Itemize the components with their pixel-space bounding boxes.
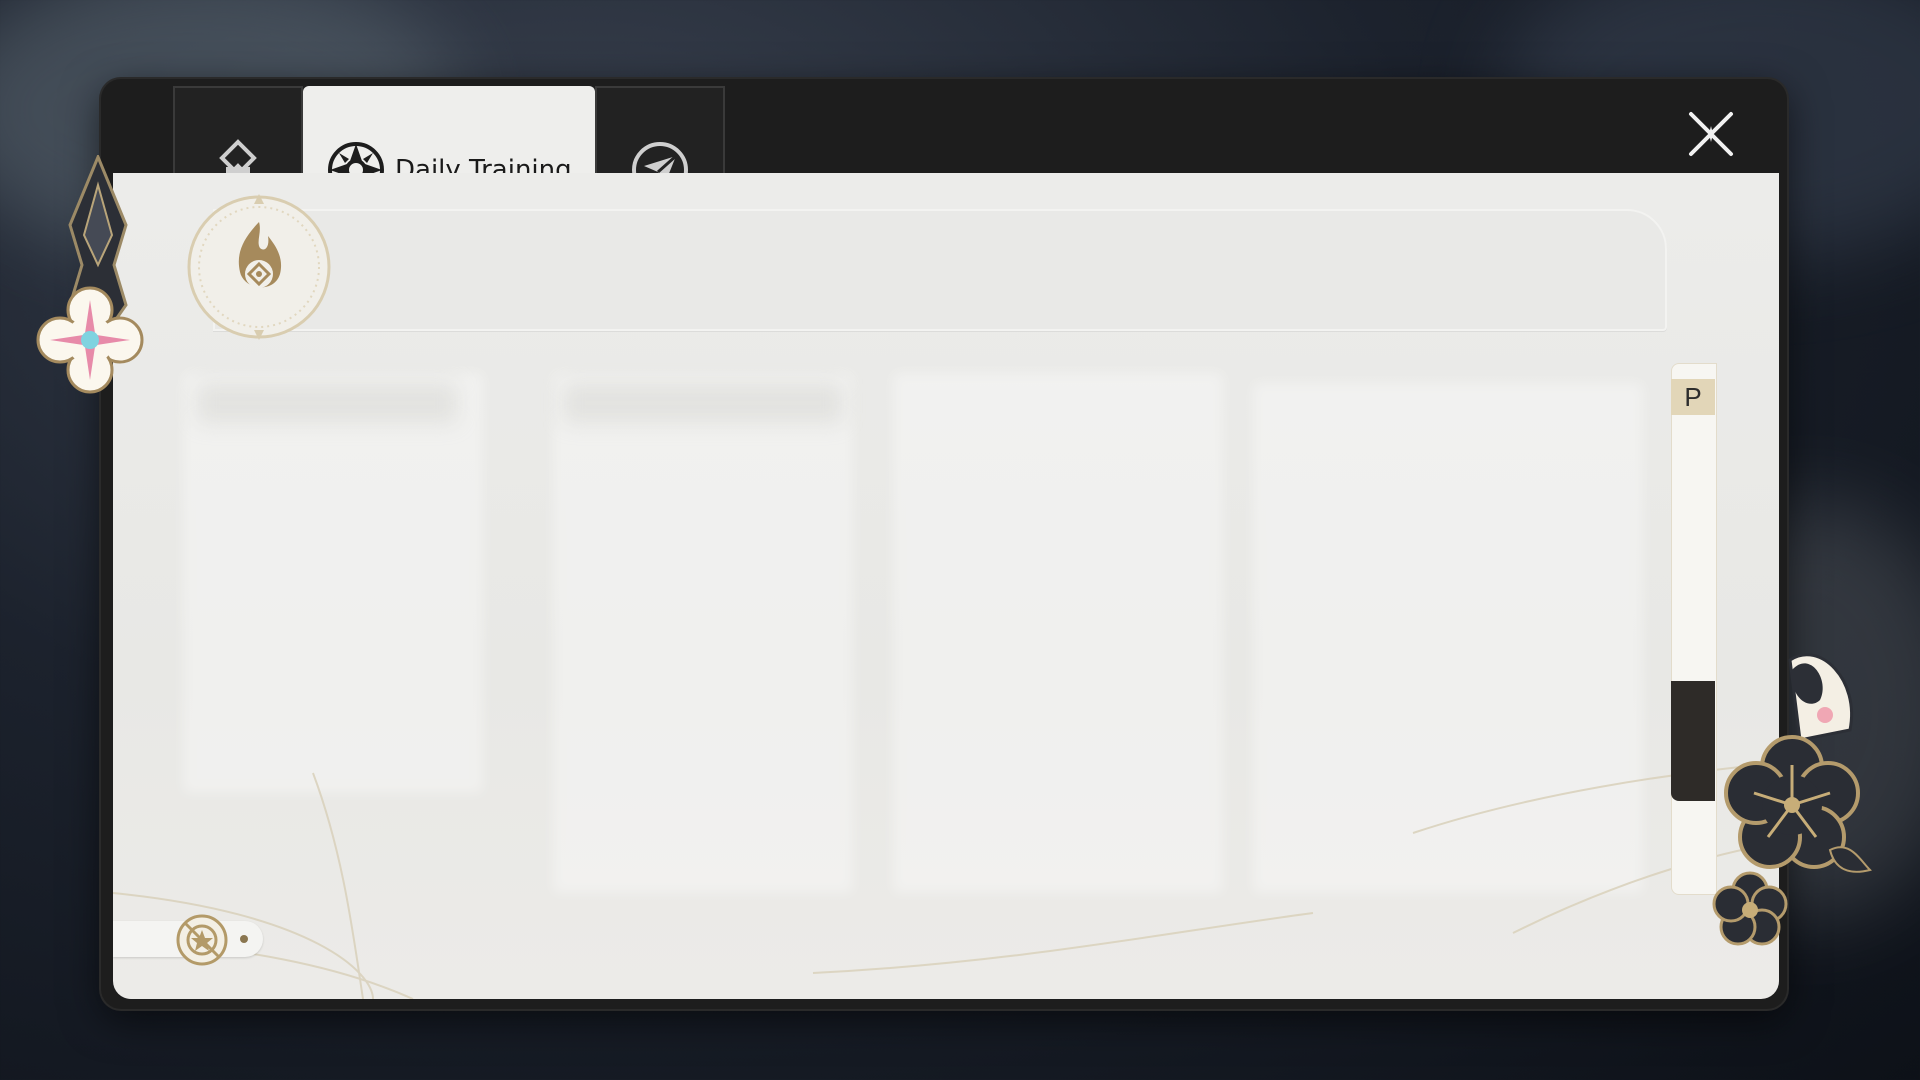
blurred-card-header <box>563 383 843 423</box>
flame-emblem <box>184 192 334 342</box>
decorative-lines <box>113 762 1779 999</box>
left-ornament <box>36 155 144 394</box>
blurred-card <box>183 373 483 793</box>
star-badge-icon <box>176 914 228 966</box>
training-window: Daily Training P <box>101 79 1787 1009</box>
close-icon <box>1689 112 1733 156</box>
flame-emblem-icon <box>187 194 331 340</box>
training-content: P <box>113 173 1779 999</box>
side-panel-tag-label: P <box>1684 381 1702 412</box>
side-panel-dark-section <box>1671 681 1715 801</box>
blurred-card-header <box>197 383 457 423</box>
right-flower-ornament <box>1712 653 1872 946</box>
bottom-toggle-dot <box>240 935 248 943</box>
side-panel-tag: P <box>1671 379 1715 415</box>
header-card <box>213 209 1667 331</box>
close-button[interactable] <box>1683 106 1739 162</box>
